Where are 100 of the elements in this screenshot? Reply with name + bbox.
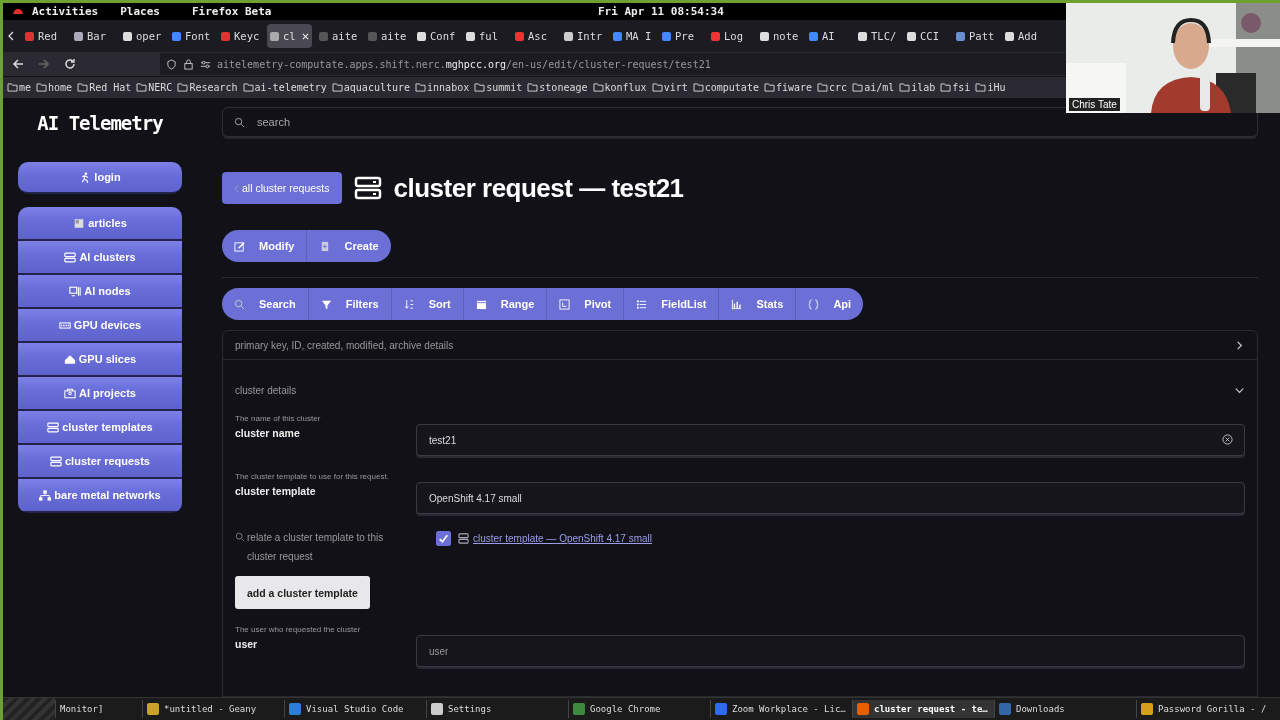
activities-button[interactable]: Activities xyxy=(32,5,99,18)
taskbar-item[interactable]: *untitled - Geany xyxy=(142,700,284,718)
bookmark-folder[interactable]: Red Hat xyxy=(89,82,132,93)
shield-icon[interactable] xyxy=(166,58,177,70)
browser-tab[interactable]: Keyc xyxy=(218,24,263,48)
permissions-icon[interactable] xyxy=(200,58,211,70)
browser-tab[interactable]: note xyxy=(757,24,802,48)
lock-icon[interactable] xyxy=(183,58,194,70)
browser-tab[interactable]: Asc xyxy=(512,24,557,48)
sidebar-item[interactable]: AI clusters xyxy=(18,241,182,275)
toolbar-button[interactable]: Search xyxy=(222,288,309,320)
toolbar-button[interactable]: Api xyxy=(796,288,864,320)
toolbar-button[interactable]: Filters xyxy=(308,288,392,320)
folder-icon xyxy=(692,83,704,92)
browser-tab[interactable]: Font xyxy=(169,24,214,48)
forward-icon[interactable] xyxy=(38,58,50,70)
checkbox[interactable] xyxy=(436,530,451,546)
sidebar-item[interactable]: articles xyxy=(18,207,182,241)
sidebar-item[interactable]: bare metal networks xyxy=(18,479,182,513)
bookmark-folder[interactable]: fiware xyxy=(775,82,813,93)
app-icon xyxy=(431,703,443,715)
sidebar-item[interactable]: AI projects xyxy=(18,377,182,411)
back-icon[interactable] xyxy=(12,58,24,70)
browser-tab[interactable]: aite xyxy=(316,24,361,48)
sidebar-item[interactable]: GPU devices xyxy=(18,309,182,343)
browser-tab[interactable]: CCI xyxy=(904,24,949,48)
taskbar-item[interactable]: cluster request - te… xyxy=(852,700,994,718)
close-icon[interactable] xyxy=(301,32,309,40)
bookmark-folder[interactable]: innabox xyxy=(427,82,470,93)
bookmark-folder[interactable]: aquaculture xyxy=(343,82,411,93)
workspace-switcher[interactable] xyxy=(3,698,55,720)
user-field[interactable]: user xyxy=(416,635,1245,667)
app-menu[interactable]: Firefox Beta xyxy=(192,5,272,18)
browser-tab[interactable]: Red xyxy=(22,24,67,48)
browser-tab[interactable]: aite xyxy=(365,24,410,48)
favicon-icon xyxy=(123,31,132,41)
browser-tab[interactable]: Conf xyxy=(414,24,459,48)
bookmark-folder[interactable]: stoneage xyxy=(539,82,588,93)
browser-tab[interactable]: ful xyxy=(463,24,508,48)
reload-icon[interactable] xyxy=(64,58,76,70)
browser-tab[interactable]: oper xyxy=(120,24,165,48)
taskbar-item[interactable]: Settings xyxy=(426,700,568,718)
bookmark-folder[interactable]: virt xyxy=(663,82,688,93)
browser-tab[interactable]: Pre xyxy=(659,24,704,48)
sidebar-item[interactable]: cluster requests xyxy=(18,445,182,479)
section-header[interactable]: primary key, ID, created, modified, archive details xyxy=(223,331,1257,360)
bookmark-folder[interactable]: ai-telemetry xyxy=(254,82,327,93)
section-header[interactable]: cluster details xyxy=(223,376,1257,404)
toolbar-button[interactable]: Range xyxy=(463,288,548,320)
taskbar-item[interactable]: Visual Studio Code xyxy=(284,700,426,718)
taskbar-item[interactable]: Google Chrome xyxy=(568,700,710,718)
bookmark-folder[interactable]: summit xyxy=(486,82,523,93)
browser-tab[interactable]: MA I xyxy=(610,24,655,48)
template-link[interactable]: cluster template — OpenShift 4.17 small xyxy=(473,532,652,544)
folder-icon xyxy=(527,83,539,92)
bookmark-folder[interactable]: fsi xyxy=(952,82,971,93)
sidebar-item[interactable]: AI nodes xyxy=(18,275,182,309)
add-template-button[interactable]: add a cluster template xyxy=(235,576,370,609)
bookmark-folder[interactable]: Research xyxy=(189,82,238,93)
scroll-left-icon[interactable] xyxy=(7,30,15,42)
bookmark-folder[interactable]: ai/ml xyxy=(864,82,895,93)
taskbar-item[interactable]: Downloads xyxy=(994,700,1136,718)
sidebar-item[interactable]: GPU slices xyxy=(18,343,182,377)
browser-tab[interactable]: cl xyxy=(267,24,312,48)
search-icon xyxy=(234,117,245,128)
login-button[interactable]: login xyxy=(18,162,182,194)
action-button[interactable]: Create xyxy=(307,230,391,262)
toolbar-button[interactable]: Sort xyxy=(391,288,464,320)
bookmark-folder[interactable]: computate xyxy=(704,82,759,93)
field-hint: The name of this cluster xyxy=(235,414,322,423)
action-button[interactable]: Modify xyxy=(222,230,308,262)
places-menu[interactable]: Places xyxy=(120,5,160,18)
toolbar-button[interactable]: Stats xyxy=(719,288,797,320)
search-field[interactable]: search xyxy=(222,107,1258,137)
browser-tab[interactable]: TLC/ xyxy=(855,24,900,48)
toolbar-button[interactable]: Pivot xyxy=(547,288,625,320)
field-label: user xyxy=(235,638,259,650)
back-button[interactable]: all cluster requests xyxy=(222,172,342,204)
browser-tab[interactable]: Add xyxy=(1002,24,1047,48)
taskbar-item[interactable]: Password Gorilla - / xyxy=(1136,700,1280,718)
toolbar-button[interactable]: FieldList xyxy=(624,288,720,320)
bookmark-folder[interactable]: crc xyxy=(829,82,848,93)
taskbar-item[interactable]: Monitor] xyxy=(55,700,142,718)
text-field[interactable]: test21 xyxy=(416,424,1245,456)
browser-tab[interactable]: Intr xyxy=(561,24,606,48)
browser-tab[interactable]: Patt xyxy=(953,24,998,48)
text-field[interactable]: OpenShift 4.17 small xyxy=(416,482,1245,514)
folder-icon xyxy=(77,83,89,92)
bookmark-folder[interactable]: ilab xyxy=(911,82,936,93)
bookmark-folder[interactable]: me xyxy=(19,82,32,93)
clock[interactable]: Fri Apr 11 08:54:34 xyxy=(598,5,724,18)
browser-tab[interactable]: Bar xyxy=(71,24,116,48)
sidebar-item[interactable]: cluster templates xyxy=(18,411,182,445)
bookmark-folder[interactable]: home xyxy=(48,82,73,93)
browser-tab[interactable]: AI xyxy=(806,24,851,48)
bookmark-folder[interactable]: iHu xyxy=(987,82,1006,93)
bookmark-folder[interactable]: konflux xyxy=(604,82,647,93)
clear-icon[interactable] xyxy=(1222,434,1233,445)
browser-tab[interactable]: Log xyxy=(708,24,753,48)
bookmark-folder[interactable]: NERC xyxy=(148,82,173,93)
